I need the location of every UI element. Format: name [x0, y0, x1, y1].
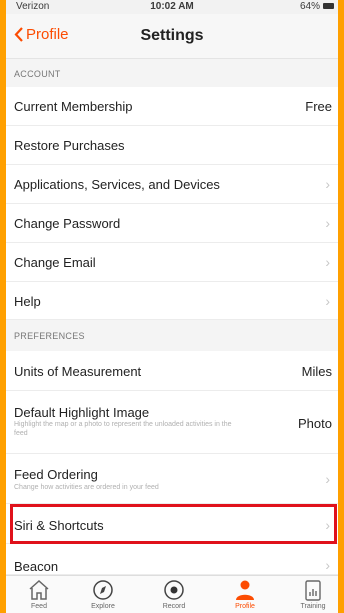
tab-record[interactable]: Record — [149, 576, 199, 613]
tab-explore[interactable]: Explore — [78, 576, 128, 613]
chevron-right-icon: › — [325, 557, 330, 573]
tab-profile[interactable]: Profile — [220, 576, 270, 613]
section-header-preferences: PREFERENCES — [6, 320, 338, 351]
row-label: Beacon — [14, 559, 59, 574]
applications-row[interactable]: Applications, Services, and Devices › — [6, 165, 338, 204]
row-value: Miles — [301, 364, 332, 379]
restore-purchases-row[interactable]: Restore Purchases — [6, 126, 338, 165]
tab-bar: Feed Explore Record Profile Training — [6, 575, 338, 613]
change-email-row[interactable]: Change Email › — [6, 243, 338, 282]
row-label: Current Membership — [14, 99, 133, 114]
row-value: Photo — [298, 416, 332, 431]
tab-label: Explore — [91, 603, 115, 610]
section-header-account: ACCOUNT — [6, 59, 338, 87]
beacon-row[interactable]: Beacon › — [6, 544, 338, 575]
chevron-right-icon: › — [325, 517, 330, 533]
row-description: Highlight the map or a photo to represen… — [14, 421, 232, 437]
clock: 10:02 AM — [150, 1, 194, 12]
compass-icon — [93, 580, 113, 600]
row-label: Feed Ordering — [14, 467, 98, 482]
feed-ordering-row[interactable]: Feed Ordering Change how activities are … — [6, 454, 338, 504]
row-label: Default Highlight Image — [14, 405, 150, 420]
navigation-bar: Profile Settings — [6, 14, 338, 59]
page-title: Settings — [140, 27, 204, 44]
row-label: Help — [14, 294, 41, 309]
tab-training[interactable]: Training — [288, 576, 338, 613]
tab-feed[interactable]: Feed — [14, 576, 64, 613]
training-icon — [305, 580, 321, 601]
current-membership-row[interactable]: Current Membership Free — [6, 87, 338, 126]
default-highlight-image-row[interactable]: Default Highlight Image Highlight the ma… — [6, 391, 338, 454]
record-icon — [164, 580, 184, 600]
row-label: Change Email — [14, 255, 96, 270]
chevron-right-icon: › — [325, 176, 330, 192]
chevron-right-icon: › — [325, 471, 330, 487]
home-icon — [29, 579, 49, 600]
row-label: Applications, Services, and Devices — [14, 177, 220, 192]
settings-screen: Verizon 10:02 AM 64% Profile Settings AC… — [6, 0, 338, 613]
row-description: Change how activities are ordered in you… — [14, 484, 159, 491]
units-of-measurement-row[interactable]: Units of Measurement Miles — [6, 351, 338, 391]
profile-icon — [236, 580, 254, 600]
row-label: Restore Purchases — [14, 138, 125, 153]
tab-label: Record — [162, 603, 186, 610]
battery-percent: 64% — [299, 1, 320, 12]
chevron-right-icon: › — [325, 293, 330, 309]
chevron-right-icon: › — [325, 215, 330, 231]
battery-icon — [323, 3, 334, 9]
change-password-row[interactable]: Change Password › — [6, 204, 338, 243]
status-bar: Verizon 10:02 AM 64% — [6, 0, 338, 14]
chevron-right-icon: › — [325, 254, 330, 270]
tab-label: Training — [300, 603, 326, 610]
row-label: Change Password — [14, 216, 121, 231]
tab-label: Profile — [235, 603, 255, 610]
row-label: Siri & Shortcuts — [14, 518, 104, 533]
row-value: Free — [305, 99, 332, 114]
siri-shortcuts-row[interactable]: Siri & Shortcuts › — [6, 504, 338, 544]
help-row[interactable]: Help › — [6, 282, 338, 320]
row-label: Units of Measurement — [14, 364, 142, 379]
tab-label: Feed — [31, 603, 47, 610]
